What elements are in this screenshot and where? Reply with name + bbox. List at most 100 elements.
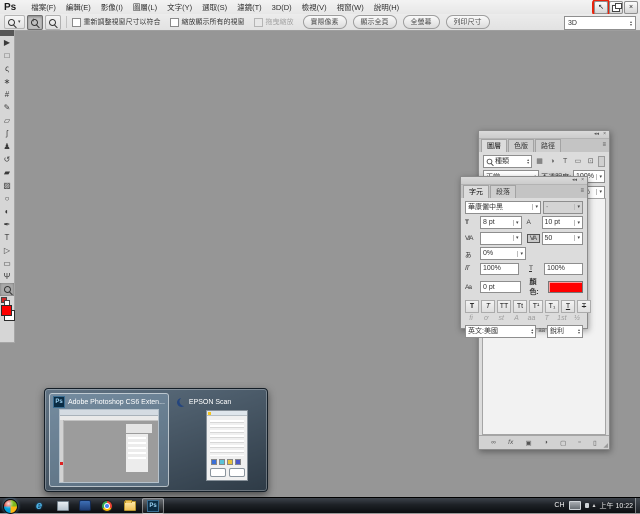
subscript-button[interactable]: T₁ <box>545 300 559 313</box>
folder-button[interactable] <box>124 500 136 511</box>
close-icon[interactable]: × <box>603 132 606 137</box>
shape-tool[interactable]: ▭ <box>0 257 14 270</box>
menu-help[interactable]: 說明(H) <box>369 2 404 13</box>
layers-panel-grip[interactable]: ◂◂ × <box>479 131 609 139</box>
tab-layers[interactable]: 圖層 <box>481 139 507 152</box>
kerning-select[interactable]: ▾ <box>480 232 522 245</box>
filter-toggle[interactable] <box>598 156 605 167</box>
show-desktop-button[interactable] <box>635 498 640 513</box>
menu-edit[interactable]: 編輯(E) <box>61 2 96 13</box>
strikethrough-button[interactable]: T <box>577 300 591 313</box>
keyboard-icon[interactable] <box>569 501 581 510</box>
quick-selection-tool[interactable]: ∗ <box>0 75 14 88</box>
foreground-color-swatch[interactable] <box>1 305 12 316</box>
tool-preset-picker[interactable]: ▾ <box>4 15 25 29</box>
crop-tool[interactable]: # <box>0 88 14 101</box>
font-family-select[interactable]: 華康儷中黑 ▾ <box>465 201 541 214</box>
clone-stamp-tool[interactable]: ♟ <box>0 140 14 153</box>
marquee-tool[interactable]: □ <box>0 49 14 62</box>
new-layer-icon[interactable]: ▫ <box>579 439 581 446</box>
show-hidden-icons[interactable]: ▴ <box>593 502 596 509</box>
restore-button[interactable] <box>609 1 623 14</box>
tsume-select[interactable]: 0% ▾ <box>480 247 526 260</box>
delete-layer-icon[interactable]: ▯ <box>593 439 597 447</box>
eyedropper-tool[interactable]: ✎ <box>0 101 14 114</box>
zoom-all-windows-checkbox[interactable]: 縮放顯示所有的視窗 <box>170 17 245 27</box>
antialias-select[interactable]: 銳利 ▴▾ <box>547 325 583 338</box>
photoshop-window-thumbnail[interactable] <box>59 409 159 483</box>
preview-epson-scan[interactable]: EPSON Scan <box>173 393 279 487</box>
filter-smart-object-icon[interactable]: ⊡ <box>585 157 596 165</box>
type-tool[interactable]: T <box>0 231 14 244</box>
filter-pixel-icon[interactable]: ▦ <box>534 157 545 165</box>
gradient-tool[interactable]: ▨ <box>0 179 14 192</box>
font-size-select[interactable]: 8 pt ▾ <box>480 216 522 229</box>
font-style-select[interactable]: - ▾ <box>543 201 583 214</box>
menu-select[interactable]: 選取(S) <box>197 2 232 13</box>
panel-menu-icon[interactable]: ≡ <box>580 188 584 194</box>
tab-paragraph[interactable]: 段落 <box>490 185 516 198</box>
small-caps-button[interactable]: Tt <box>513 300 527 313</box>
resize-grip-icon[interactable]: ◢ <box>603 442 608 449</box>
tab-paths[interactable]: 路徑 <box>535 139 561 152</box>
menu-view[interactable]: 檢視(V) <box>297 2 332 13</box>
menu-image[interactable]: 影像(I) <box>96 2 128 13</box>
horizontal-scale-field[interactable]: 100% <box>544 263 583 275</box>
resize-windows-checkbox[interactable]: 重新調整視窗尺寸以符合 <box>72 17 161 27</box>
superscript-button[interactable]: T¹ <box>529 300 543 313</box>
brush-tool[interactable]: ʃ <box>0 127 14 140</box>
adjustment-layer-icon[interactable]: ◑ <box>544 439 548 446</box>
layer-effects-icon[interactable]: fx <box>508 439 513 446</box>
move-tool[interactable]: ▶ <box>0 36 14 49</box>
tab-channels[interactable]: 色版 <box>508 139 534 152</box>
language-select[interactable]: 英文:美國 ▴▾ <box>465 325 536 338</box>
pen-tool[interactable]: ✒ <box>0 218 14 231</box>
workspace-select[interactable]: 3D ▴▾ <box>564 16 636 30</box>
zoom-tool[interactable] <box>0 283 14 296</box>
menu-3d[interactable]: 3D(D) <box>267 3 297 12</box>
panel-menu-icon[interactable]: ≡ <box>602 142 606 148</box>
faux-bold-button[interactable]: T <box>465 300 479 313</box>
hand-tool[interactable]: Ψ <box>0 270 14 283</box>
menu-window[interactable]: 視窗(W) <box>332 2 369 13</box>
lasso-tool[interactable]: ς <box>0 62 14 75</box>
layer-filter-select[interactable]: 種類 ▴▾ <box>483 155 532 168</box>
epson-window-thumbnail[interactable] <box>177 409 275 481</box>
path-selection-tool[interactable]: ▷ <box>0 244 14 257</box>
tray-app-icon[interactable] <box>585 503 589 508</box>
eraser-tool[interactable]: ▰ <box>0 166 14 179</box>
print-size-button[interactable]: 列印尺寸 <box>446 15 490 29</box>
leading-select[interactable]: 10 pt ▾ <box>542 216 584 229</box>
fill-screen-button[interactable]: 全螢幕 <box>403 15 440 29</box>
collapse-icon[interactable]: ◂◂ <box>594 132 599 137</box>
filter-adjustment-icon[interactable]: ◑ <box>547 158 558 165</box>
windows-explorer-button[interactable] <box>57 500 69 511</box>
layer-group-icon[interactable]: ▢ <box>560 439 566 447</box>
clock[interactable]: 上午 10:22 <box>600 501 633 511</box>
actual-pixels-button[interactable]: 實際像素 <box>303 15 347 29</box>
dodge-tool[interactable]: ◐ <box>0 205 14 218</box>
close-button[interactable]: × <box>624 1 638 14</box>
tab-character[interactable]: 字元 <box>463 185 489 198</box>
menu-layer[interactable]: 圖層(L) <box>128 2 162 13</box>
layer-mask-icon[interactable]: ▣ <box>526 439 532 447</box>
faux-italic-button[interactable]: T <box>481 300 495 313</box>
language-indicator[interactable]: CH <box>554 502 564 509</box>
tracking-select[interactable]: 50 ▾ <box>542 232 584 245</box>
menu-type[interactable]: 文字(Y) <box>162 2 197 13</box>
internet-explorer-button[interactable]: e <box>33 500 45 511</box>
close-icon[interactable]: × <box>581 178 584 183</box>
link-layers-icon[interactable]: ∞ <box>491 439 496 446</box>
vertical-scale-field[interactable]: 100% <box>480 263 519 275</box>
menu-filter[interactable]: 濾鏡(T) <box>232 2 267 13</box>
menu-file[interactable]: 檔案(F) <box>26 2 61 13</box>
baseline-shift-field[interactable]: 0 pt <box>480 281 521 293</box>
blur-tool[interactable]: ○ <box>0 192 14 205</box>
character-panel-grip[interactable]: ◂◂ × <box>461 177 587 185</box>
filter-type-icon[interactable]: T <box>560 158 571 165</box>
blue-app-button[interactable] <box>79 500 91 511</box>
healing-brush-tool[interactable]: ▱ <box>0 114 14 127</box>
history-brush-tool[interactable]: ↺ <box>0 153 14 166</box>
filter-shape-icon[interactable]: ▭ <box>573 157 584 165</box>
collapse-icon[interactable]: ◂◂ <box>572 178 577 183</box>
